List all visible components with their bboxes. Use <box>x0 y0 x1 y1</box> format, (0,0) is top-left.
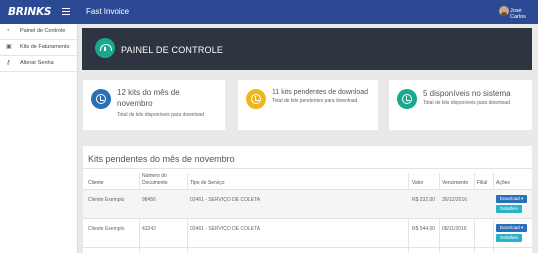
details-button[interactable]: Detalhes <box>496 234 522 242</box>
stat-card-title: 5 disponíveis no sistema <box>423 89 511 98</box>
avatar[interactable] <box>499 6 509 16</box>
cell-vencimento: 30/12/2016 <box>442 197 468 203</box>
sidebar-item-painel[interactable]: ◔ Painel de Controle <box>0 24 77 40</box>
stat-card-month-kits: 12 kits do mês de novembro Total de kits… <box>83 80 225 130</box>
stat-card-title: 12 kits do mês de novembro <box>117 88 180 108</box>
divider <box>83 247 532 248</box>
column-header-documento: Documento <box>142 180 168 186</box>
cell-cliente: Cliente Exemplo <box>88 226 125 232</box>
section-title: Kits pendentes do mês de novembro <box>88 154 235 164</box>
sidebar: ◔ Painel de Controle ▣ Kits de Faturamen… <box>0 24 78 253</box>
cell-numero: 43242 <box>142 226 156 232</box>
cell-valor: R$ 544,00 <box>412 226 436 232</box>
menu-toggle-icon[interactable] <box>62 8 70 15</box>
clock-icon <box>246 89 266 109</box>
main-content: PAINEL DE CONTROLE 12 kits do mês de nov… <box>78 24 538 253</box>
column-header-tipo: Tipo de Serviço <box>190 180 225 186</box>
key-icon: ⚷ <box>6 60 11 66</box>
stat-card-pending-kits: 11 kits pendentes de download Total de k… <box>238 80 378 130</box>
dashboard-icon: ◔ <box>6 28 10 34</box>
clock-icon <box>91 89 111 109</box>
divider <box>83 168 532 169</box>
user-name[interactable]: Josė Carlos <box>510 8 538 20</box>
page-title: PAINEL DE CONTROLE <box>121 45 224 55</box>
sidebar-item-label: Alterar Senha <box>20 60 54 66</box>
column-header-numero: Número do <box>142 173 167 179</box>
cell-cliente: Cliente Exemplo <box>88 197 125 203</box>
stat-card-title: 11 kits pendentes de download <box>272 89 368 96</box>
stat-card-subtitle: Total de kits pendentes para download <box>272 98 358 104</box>
clock-icon <box>397 89 417 109</box>
table-row: Cliente Exemplo 98456 02461 - SERVIÇO DE… <box>83 190 532 218</box>
cell-tipo: 02461 - SERVIÇO DE COLETA <box>190 197 261 203</box>
column-header-valor: Valor <box>412 180 424 186</box>
column-header-acoes: Ações <box>496 180 510 186</box>
top-bar: BRINKS Fast Invoice Josė Carlos <box>0 0 538 24</box>
brand-logo[interactable]: BRINKS <box>8 6 51 18</box>
download-button[interactable]: Download ▾ <box>496 195 527 203</box>
sidebar-item-kits[interactable]: ▣ Kits de Faturamento <box>0 40 77 56</box>
app-title: Fast Invoice <box>86 7 130 16</box>
folder-icon: ▣ <box>6 44 12 50</box>
column-header-vencimento: Vencimento <box>442 180 469 186</box>
stat-card-available-kits: 5 disponíveis no sistema Total de kits d… <box>389 80 532 130</box>
page-header: PAINEL DE CONTROLE <box>82 28 532 70</box>
stat-card-subtitle: Total de kits disponíveis para download <box>117 112 204 118</box>
sidebar-item-label: Kits de Faturamento <box>20 44 70 50</box>
stat-card-subtitle: Total de kits disponíveis para download <box>423 100 510 106</box>
download-button[interactable]: Download ▾ <box>496 224 527 232</box>
sidebar-item-senha[interactable]: ⚷ Alterar Senha <box>0 56 77 72</box>
column-header-filial: Filial <box>477 180 488 186</box>
sidebar-item-label: Painel de Controle <box>20 28 66 34</box>
pending-kits-panel: Kits pendentes do mês de novembro Client… <box>83 146 532 253</box>
cell-tipo: 02461 - SERVIÇO DE COLETA <box>190 226 261 232</box>
cell-vencimento: 08/11/2016 <box>442 226 467 232</box>
cell-numero: 98456 <box>142 197 156 203</box>
column-header-cliente: Cliente <box>88 180 104 186</box>
details-button[interactable]: Detalhes <box>496 205 522 213</box>
cell-valor: R$ 232,00 <box>412 197 436 203</box>
dashboard-icon <box>95 38 115 58</box>
table-row: Cliente Exemplo 43242 02461 - SERVIÇO DE… <box>83 219 532 247</box>
